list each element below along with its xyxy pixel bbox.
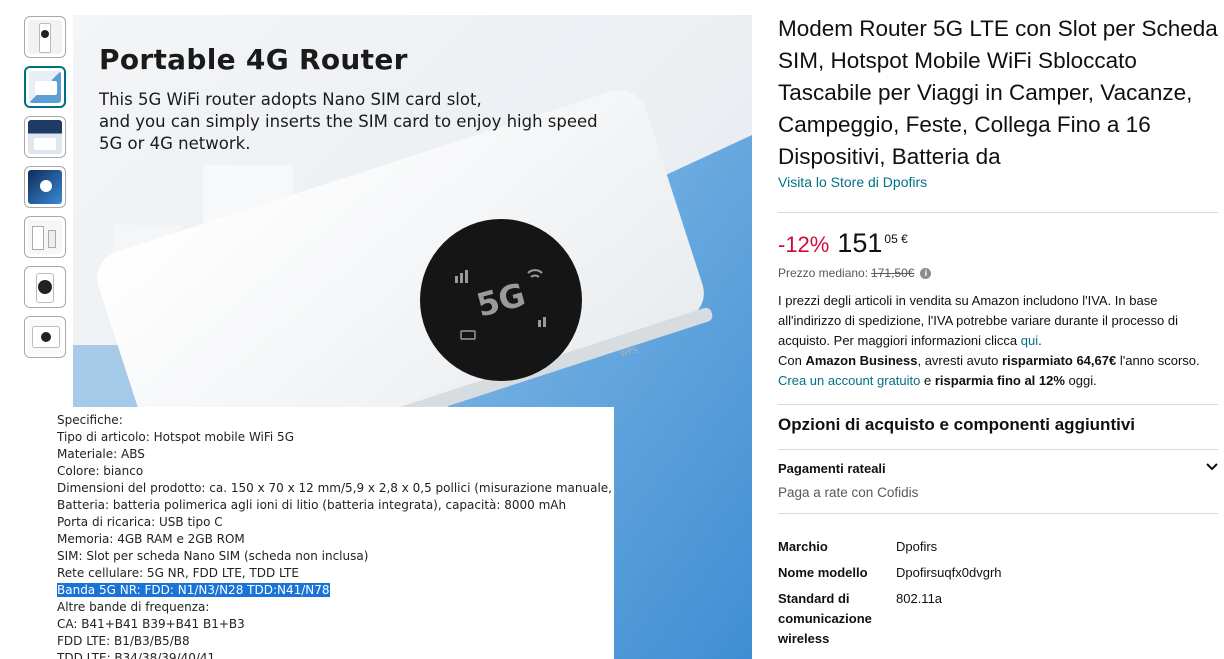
spec-line: Specifiche:	[57, 413, 123, 427]
spec-line: Batteria: batteria polimerica agli ioni …	[57, 498, 567, 512]
business-text: , avresti avuto	[917, 353, 999, 368]
installments-subtitle: Paga a rate con Cofidis	[778, 485, 919, 500]
price-block: -12% 151 05 €	[778, 228, 908, 259]
spec-line: Porta di ricarica: USB tipo C	[57, 515, 223, 529]
business-text: oggi.	[1068, 373, 1097, 388]
image-subtitle-line: and you can simply inserts the SIM card …	[99, 112, 598, 131]
thumbnail-2[interactable]	[24, 66, 66, 108]
price-fraction: 05 €	[884, 232, 908, 246]
thumbnail-1[interactable]	[24, 16, 66, 58]
thumbnail-5[interactable]	[24, 216, 66, 258]
vat-period: .	[1038, 333, 1042, 348]
chevron-down-icon[interactable]	[1204, 459, 1220, 475]
attribute-key: Standard di comunicazione wireless	[778, 591, 872, 646]
image-headline: Portable 4G Router	[99, 43, 408, 76]
divider	[778, 513, 1218, 514]
create-account-link[interactable]: Crea un account gratuito	[778, 373, 920, 388]
price-whole: 151	[837, 228, 883, 258]
business-brand: Amazon Business	[805, 353, 918, 368]
info-icon[interactable]: i	[920, 267, 932, 279]
spec-line-highlighted: Banda 5G NR: FDD: N1/N3/N28 TDD:N41/N78	[57, 582, 614, 599]
vat-info-link[interactable]: qui	[1021, 333, 1038, 348]
spec-line: Rete cellulare: 5G NR, FDD LTE, TDD LTE	[57, 566, 299, 580]
spec-line: Tipo di articolo: Hotspot mobile WiFi 5G	[57, 430, 294, 444]
spec-line: Materiale: ABS	[57, 447, 145, 461]
spec-line: CA: B41+B41 B39+B41 B1+B3	[57, 617, 245, 631]
vat-text: I prezzi degli articoli in vendita su Am…	[778, 293, 1178, 348]
vat-notice: I prezzi degli articoli in vendita su Am…	[778, 291, 1218, 391]
spec-line: Memoria: 4GB RAM e 2GB ROM	[57, 532, 245, 546]
purchase-options-title: Opzioni di acquisto e componenti aggiunt…	[778, 415, 1136, 434]
business-text: e	[924, 373, 932, 388]
business-savings-max: risparmia fino al 12%	[934, 373, 1065, 388]
attribute-value: Dpofirs	[896, 539, 938, 554]
attribute-value: Dpofirsuqfx0dvgrh	[896, 565, 1002, 580]
image-subtitle-line: This 5G WiFi router adopts Nano SIM card…	[99, 90, 482, 109]
business-text: Con	[778, 353, 802, 368]
median-value: 171,50€	[871, 266, 915, 280]
thumbnail-6[interactable]	[24, 266, 66, 308]
attribute-value: 802.11a	[896, 591, 943, 606]
image-subtitle: This 5G WiFi router adopts Nano SIM card…	[99, 89, 659, 155]
installments-title[interactable]: Pagamenti rateali	[778, 461, 886, 476]
store-link[interactable]: Visita lo Store di Dpofirs	[778, 174, 927, 190]
business-savings: risparmiato 64,67€	[1002, 353, 1117, 368]
spec-line: Colore: bianco	[57, 464, 144, 478]
spec-list: Specifiche: Tipo di articolo: Hotspot mo…	[52, 407, 614, 659]
business-text: l'anno scorso.	[1119, 353, 1200, 368]
attribute-key: Nome modello	[778, 565, 868, 580]
thumbnail-4[interactable]	[24, 166, 66, 208]
thumbnail-7[interactable]	[24, 316, 66, 358]
spec-line: SIM: Slot per scheda Nano SIM (scheda no…	[57, 549, 369, 563]
product-title: Modem Router 5G LTE con Slot per Scheda …	[778, 16, 1218, 169]
spec-line: TDD LTE: B34/38/39/40/41	[57, 651, 216, 659]
divider	[778, 404, 1218, 405]
discount-badge: -12%	[778, 232, 830, 257]
median-label: Prezzo mediano:	[778, 266, 869, 280]
spec-line: FDD LTE: B1/B3/B5/B8	[57, 634, 190, 648]
thumbnail-3[interactable]	[24, 116, 66, 158]
spec-line: Altre bande di frequenza:	[57, 600, 210, 614]
divider	[778, 449, 1218, 450]
median-price: Prezzo mediano: 171,50€ i	[778, 266, 932, 280]
spec-line: Dimensioni del prodotto: ca. 150 x 70 x …	[57, 481, 614, 495]
attribute-key: Marchio	[778, 539, 828, 554]
selected-text[interactable]: Banda 5G NR: FDD: N1/N3/N28 TDD:N41/N78	[57, 583, 330, 597]
divider	[778, 212, 1218, 213]
image-subtitle-line: 5G or 4G network.	[99, 134, 251, 153]
